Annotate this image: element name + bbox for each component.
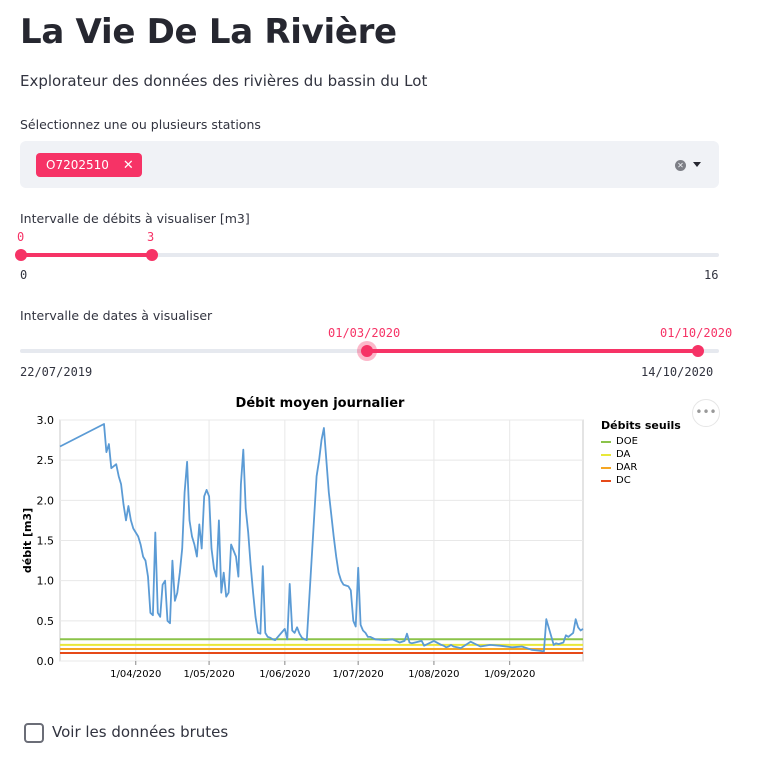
y-tick-label: 3.0	[37, 414, 55, 427]
y-tick-label: 2.0	[37, 494, 55, 507]
flow-slider-fill	[20, 253, 151, 257]
legend-item-dc: DC	[601, 475, 631, 486]
legend-label-da: DA	[616, 449, 631, 460]
flow-slider-value-high: 3	[147, 230, 155, 244]
legend-swatch-dc	[601, 479, 611, 482]
stations-label: Sélectionnez une ou plusieurs stations	[20, 117, 261, 132]
legend-item-doe: DOE	[601, 436, 638, 447]
y-tick-label: 1.0	[37, 575, 55, 588]
legend-title: Débits seuils	[601, 419, 681, 432]
raw-data-label: Voir les données brutes	[52, 723, 229, 741]
flow-slider-thumb-high[interactable]	[146, 249, 158, 261]
page-title: La Vie De La Rivière	[20, 12, 397, 52]
y-tick-label: 2.5	[37, 454, 55, 467]
station-tag: O7202510 ✕	[36, 153, 142, 177]
y-tick-label: 0.5	[37, 615, 55, 628]
legend-label-dc: DC	[616, 475, 631, 486]
flow-slider-thumb-low[interactable]	[15, 249, 27, 261]
y-tick-label: 1.5	[37, 535, 55, 548]
flow-slider-min: 0	[20, 268, 28, 282]
legend-label-dar: DAR	[616, 462, 638, 473]
flow-slider-max: 16	[704, 268, 719, 282]
x-tick-label: 1/04/2020	[110, 669, 161, 680]
legend-item-dar: DAR	[601, 462, 637, 473]
legend-label-doe: DOE	[616, 436, 638, 447]
date-slider-max: 14/10/2020	[641, 365, 714, 379]
legend-swatch-doe	[601, 440, 611, 443]
x-tick-label: 1/06/2020	[259, 669, 310, 680]
flow-slider-label: Intervalle de débits à visualiser [m3]	[20, 211, 250, 226]
station-tag-label: O7202510	[46, 158, 109, 172]
x-tick-label: 1/09/2020	[484, 669, 535, 680]
remove-station-icon[interactable]: ✕	[123, 158, 134, 173]
flow-chart: 0.0 0.5 1.0 1.5 2.0 2.5 3.0 1/04/2020 1/05/2020 1…	[21, 414, 584, 680]
stations-multiselect[interactable]: O7202510 ✕ ✕	[20, 141, 719, 188]
chart-menu-button[interactable]: •••	[692, 399, 720, 427]
date-slider-thumb-high[interactable]	[692, 345, 704, 357]
legend-swatch-dar	[601, 466, 611, 469]
date-slider-min: 22/07/2019	[20, 365, 93, 379]
raw-data-checkbox[interactable]	[24, 723, 44, 743]
date-slider-value-low: 01/03/2020	[328, 326, 401, 340]
y-tick-label: 0.0	[37, 655, 55, 668]
date-slider-thumb-low[interactable]	[361, 345, 373, 357]
date-slider-value-high: 01/10/2020	[660, 326, 733, 340]
clear-icon[interactable]: ✕	[675, 160, 686, 171]
chevron-down-icon[interactable]	[693, 162, 701, 167]
y-axis-label: débit [m3]	[21, 508, 34, 573]
page-subtitle: Explorateur des données des rivières du …	[20, 72, 428, 90]
legend-item-da: DA	[601, 449, 630, 460]
date-slider-fill	[367, 349, 698, 353]
date-slider-label: Intervalle de dates à visualiser	[20, 308, 213, 323]
flow-slider-value-low: 0	[17, 230, 25, 244]
x-tick-label: 1/05/2020	[183, 669, 234, 680]
x-tick-label: 1/07/2020	[333, 669, 384, 680]
legend-swatch-da	[601, 453, 611, 456]
x-tick-label: 1/08/2020	[408, 669, 459, 680]
